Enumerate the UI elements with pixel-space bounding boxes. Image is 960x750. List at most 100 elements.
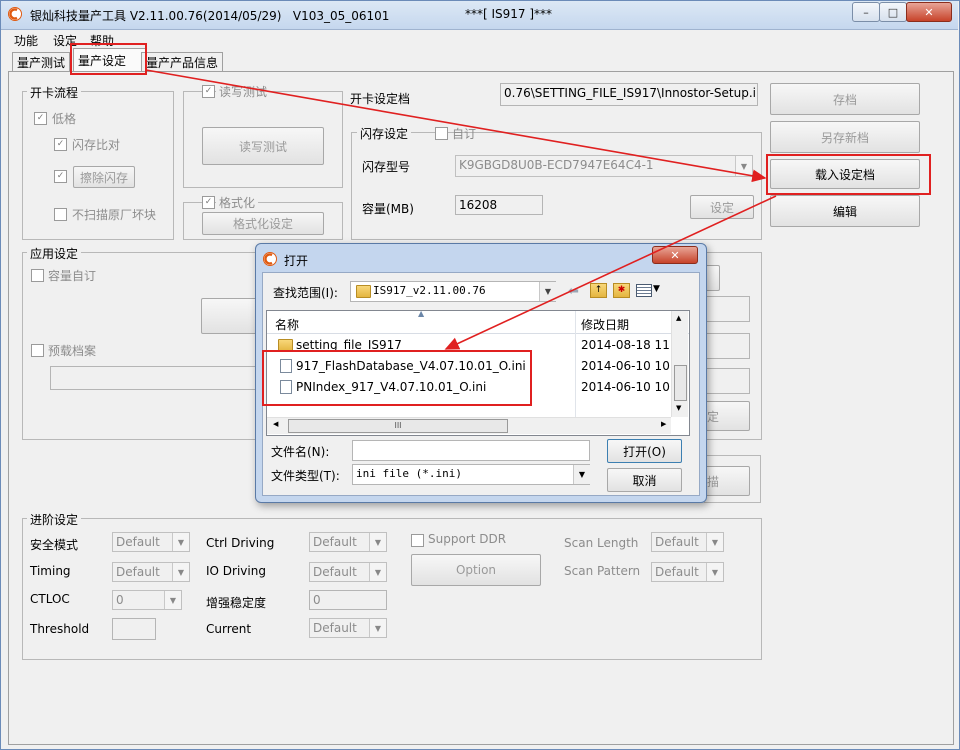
column-name[interactable]: 名称 xyxy=(275,316,299,333)
chevron-down-icon[interactable]: ▼ xyxy=(573,465,590,484)
highlight-files-box xyxy=(262,350,532,406)
chevron-down-icon: ▼ xyxy=(164,591,181,609)
low-grade-checkbox[interactable]: ✓ xyxy=(34,112,47,125)
rw-test-button[interactable]: 读写测试 xyxy=(202,127,324,165)
ctloc-label: CTLOC xyxy=(30,592,70,606)
threshold-field[interactable] xyxy=(112,618,156,640)
support-ddr-label: Support DDR xyxy=(428,532,507,546)
file-row-date: 2014-08-18 11:0 xyxy=(581,338,671,352)
partial-scan-button[interactable]: 描 xyxy=(700,466,750,496)
partial-field-3[interactable] xyxy=(700,368,750,394)
tab-product-info[interactable]: 量产产品信息 xyxy=(141,52,224,71)
preload-checkbox[interactable] xyxy=(31,344,44,357)
current-select[interactable]: Default ▼ xyxy=(309,618,387,638)
format-checkbox[interactable]: ✓ xyxy=(202,196,215,209)
support-ddr-checkbox[interactable] xyxy=(411,534,424,547)
timing-label: Timing xyxy=(30,564,71,578)
threshold-label: Threshold xyxy=(30,622,90,636)
maximize-button[interactable]: □ xyxy=(879,2,907,22)
scan-pattern-value: Default xyxy=(655,565,699,579)
chevron-down-icon: ▼ xyxy=(369,563,386,581)
ctloc-select[interactable]: 0 ▼ xyxy=(112,590,182,610)
column-divider xyxy=(575,311,576,417)
column-date[interactable]: 修改日期 xyxy=(581,316,629,333)
capacity-field[interactable]: 16208 xyxy=(455,195,543,215)
tab-production-test[interactable]: 量产测试 xyxy=(12,52,71,71)
horizontal-scroll-thumb[interactable]: III xyxy=(288,419,508,433)
lookin-value: IS917_v2.11.00.76 xyxy=(373,284,486,297)
scroll-left-icon[interactable]: ◀ xyxy=(273,420,278,428)
io-driving-label: IO Driving xyxy=(206,564,266,578)
chevron-down-icon: ▼ xyxy=(369,619,386,637)
close-button[interactable]: ✕ xyxy=(906,2,952,22)
no-scan-bad-checkbox[interactable] xyxy=(54,208,67,221)
ctloc-value: 0 xyxy=(116,593,124,607)
file-row-date: 2014-06-10 10:2 xyxy=(581,359,671,373)
file-row-date: 2014-06-10 10:2 xyxy=(581,380,671,394)
safe-mode-select[interactable]: Default ▼ xyxy=(112,532,190,552)
chevron-down-icon: ▼ xyxy=(706,533,723,551)
dialog-close-button[interactable]: ✕ xyxy=(652,246,698,264)
ctrl-driving-select[interactable]: Default ▼ xyxy=(309,532,387,552)
scan-length-select[interactable]: Default ▼ xyxy=(651,532,724,552)
vertical-scroll-thumb[interactable] xyxy=(674,365,687,401)
app-logo-icon xyxy=(8,7,22,21)
filename-input[interactable] xyxy=(352,440,590,461)
timing-value: Default xyxy=(116,565,160,579)
scan-pattern-label: Scan Pattern xyxy=(564,564,641,578)
flash-settings-title: 闪存设定 xyxy=(357,125,412,142)
ctrl-driving-value: Default xyxy=(313,535,357,549)
filetype-value: ini file (*.ini) xyxy=(356,467,462,480)
partial-set-button[interactable]: 定 xyxy=(700,401,750,431)
scan-pattern-select[interactable]: Default ▼ xyxy=(651,562,724,582)
flash-custom-checkbox[interactable] xyxy=(435,127,448,140)
timing-select[interactable]: Default ▼ xyxy=(112,562,190,582)
edit-button[interactable]: 编辑 xyxy=(770,195,920,227)
view-menu-icon[interactable] xyxy=(636,284,652,297)
chevron-down-icon: ▼ xyxy=(369,533,386,551)
enhance-field[interactable]: 0 xyxy=(309,590,387,610)
view-dropdown-icon[interactable]: ▼ xyxy=(653,284,660,294)
partial-field-2[interactable] xyxy=(700,333,750,359)
io-driving-select[interactable]: Default ▼ xyxy=(309,562,387,582)
erase-flash-checkbox[interactable]: ✓ xyxy=(54,170,67,183)
flash-model-value: K9GBGD8U0B-ECD7947E64C4-1 xyxy=(459,158,654,172)
minimize-button[interactable]: – xyxy=(852,2,880,22)
up-folder-icon[interactable]: ↑ xyxy=(590,283,607,298)
capacity-custom-checkbox[interactable] xyxy=(31,269,44,282)
filetype-label: 文件类型(T): xyxy=(271,469,340,483)
partial-field-1[interactable] xyxy=(700,296,750,322)
capacity-label: 容量(MB) xyxy=(362,202,414,216)
back-icon[interactable]: ⬅ xyxy=(568,284,579,299)
flash-compare-checkbox[interactable]: ✓ xyxy=(54,138,67,151)
save-button[interactable]: 存档 xyxy=(770,83,920,115)
scroll-up-icon[interactable]: ▲ xyxy=(676,314,681,322)
current-label: Current xyxy=(206,622,252,636)
flash-compare-label: 闪存比对 xyxy=(72,138,121,152)
settings-file-field[interactable]: 0.76\SETTING_FILE_IS917\Innostor-Setup.i… xyxy=(500,83,758,106)
menu-function[interactable]: 功能 xyxy=(14,32,38,49)
capacity-custom-label: 容量自订 xyxy=(48,269,97,283)
dialog-cancel-button[interactable]: 取消 xyxy=(607,468,682,492)
chevron-down-icon[interactable]: ▼ xyxy=(539,282,556,301)
flash-model-select[interactable]: K9GBGD8U0B-ECD7947E64C4-1 ▼ xyxy=(455,155,753,177)
lookin-label: 查找范围(I): xyxy=(273,286,338,300)
flash-set-button[interactable]: 设定 xyxy=(690,195,754,219)
rw-test-checkbox[interactable]: ✓ xyxy=(202,85,215,98)
erase-flash-button[interactable]: 擦除闪存 xyxy=(73,166,135,188)
vertical-scrollbar[interactable] xyxy=(671,311,688,417)
scroll-right-icon[interactable]: ▶ xyxy=(661,420,666,428)
flash-settings-group xyxy=(351,132,762,240)
format-settings-button[interactable]: 格式化设定 xyxy=(202,212,324,235)
preload-field[interactable] xyxy=(50,366,270,390)
save-new-button[interactable]: 另存新档 xyxy=(770,121,920,153)
lookin-select[interactable]: IS917_v2.11.00.76 xyxy=(350,281,556,302)
dialog-open-button[interactable]: 打开(O) xyxy=(607,439,682,463)
chevron-down-icon: ▼ xyxy=(706,563,723,581)
filetype-select[interactable]: ini file (*.ini) xyxy=(352,464,590,485)
option-button[interactable]: Option xyxy=(411,554,541,586)
new-folder-icon[interactable]: ✱ xyxy=(613,283,630,298)
flash-custom-label: 自订 xyxy=(452,127,477,141)
scroll-down-icon[interactable]: ▼ xyxy=(676,404,681,412)
app-settings-title: 应用设定 xyxy=(27,245,82,262)
